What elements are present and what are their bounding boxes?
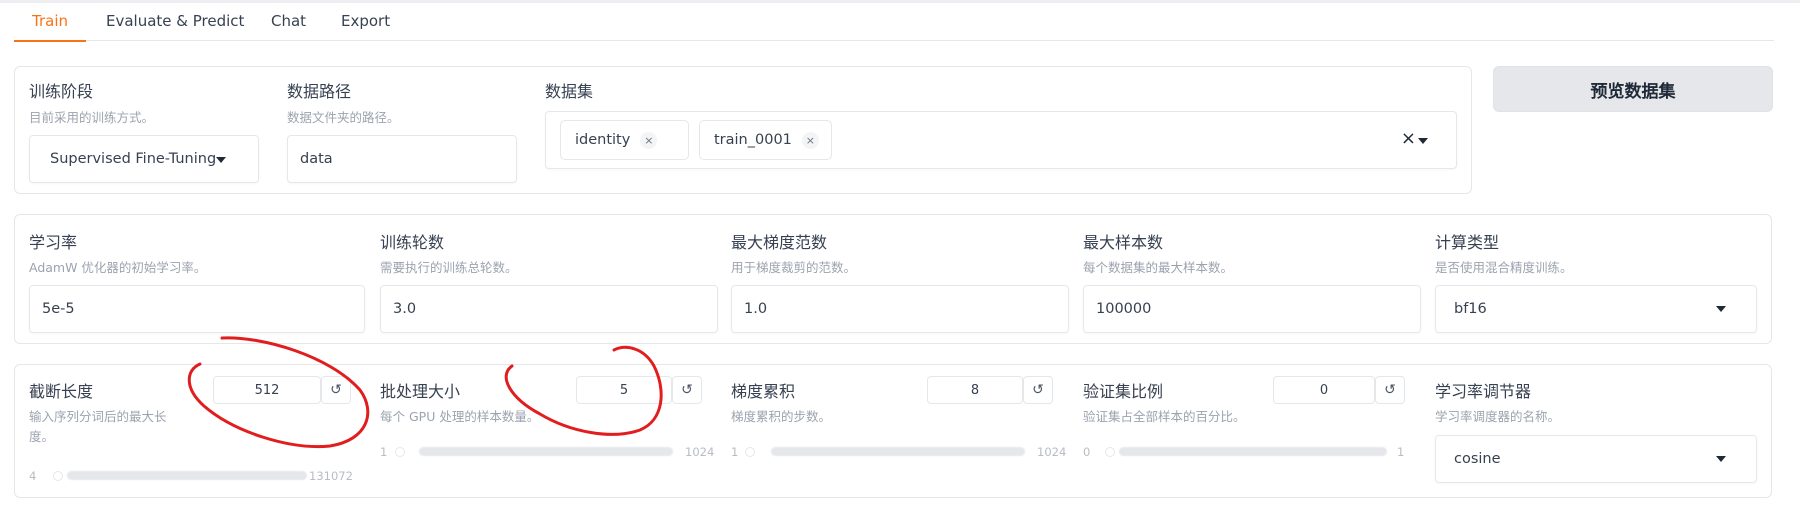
lr-scheduler-dropdown[interactable]: cosine [1435, 435, 1757, 483]
top-rule [0, 0, 1800, 3]
dataset-label: 数据集 [545, 82, 594, 101]
epochs-value: 3.0 [393, 301, 417, 317]
batch-size-value: 5 [619, 382, 629, 398]
lr-scheduler-value: cosine [1454, 451, 1501, 467]
max-grad-norm-label: 最大梯度范数 [731, 233, 828, 252]
batch-size-info: 每个 GPU 处理的样本数量。 [380, 409, 540, 424]
tab-bar: Train Evaluate & Predict Chat Export [14, 6, 1774, 42]
chevron-down-icon[interactable] [1418, 138, 1428, 144]
reset-icon[interactable]: ↺ [1023, 376, 1053, 404]
batch-size-number-input[interactable]: 5 [576, 376, 672, 404]
cutoff-len-label: 截断长度 [29, 382, 94, 401]
compute-type-info: 是否使用混合精度训练。 [1435, 260, 1573, 275]
val-size-value: 0 [1319, 382, 1329, 398]
chevron-down-icon [1716, 456, 1726, 462]
stage-label: 训练阶段 [29, 82, 94, 101]
data-dir-value: data [300, 151, 333, 167]
clear-all-icon[interactable]: × [1401, 128, 1416, 149]
stage-value: Supervised Fine-Tuning [50, 151, 217, 167]
cutoff-len-value: 512 [254, 382, 280, 398]
reset-icon[interactable]: ↺ [321, 376, 351, 404]
max-grad-norm-value: 1.0 [744, 301, 768, 317]
remove-chip-icon[interactable]: × [640, 131, 658, 149]
chevron-down-icon [216, 157, 226, 163]
reset-icon[interactable]: ↺ [1375, 376, 1405, 404]
grad-accum-slider[interactable] [771, 447, 1025, 456]
tab-export[interactable]: Export [341, 12, 390, 41]
max-samples-value: 100000 [1096, 301, 1152, 317]
tab-train[interactable]: Train [14, 12, 86, 42]
remove-chip-icon[interactable]: × [801, 131, 819, 149]
cutoff-len-info: 输入序列分词后的最大长 [29, 409, 167, 424]
data-dir-input[interactable]: data [287, 135, 517, 183]
tab-evaluate-predict[interactable]: Evaluate & Predict [106, 12, 244, 41]
slider-max: 1024 [1037, 445, 1067, 459]
compute-type-dropdown[interactable]: bf16 [1435, 285, 1757, 333]
data-dir-info: 数据文件夹的路径。 [287, 110, 400, 125]
dataset-chip-label: identity [575, 132, 631, 148]
dataset-chip-train-0001: train_0001 × [699, 120, 832, 160]
slider-thumb[interactable] [395, 447, 405, 457]
max-samples-label: 最大样本数 [1083, 233, 1164, 252]
max-samples-info: 每个数据集的最大样本数。 [1083, 260, 1234, 275]
dataset-multiselect[interactable]: identity × train_0001 × × [545, 111, 1457, 169]
grad-accum-info: 梯度累积的步数。 [731, 409, 832, 424]
preview-dataset-button[interactable]: 预览数据集 [1493, 66, 1773, 112]
learning-rate-input[interactable]: 5e-5 [29, 285, 365, 333]
val-size-info: 验证集占全部样本的百分比。 [1083, 409, 1246, 424]
learning-rate-info: AdamW 优化器的初始学习率。 [29, 260, 207, 275]
reset-icon[interactable]: ↺ [672, 376, 702, 404]
slider-thumb[interactable] [1105, 447, 1115, 457]
grad-accum-label: 梯度累积 [731, 382, 796, 401]
learning-rate-value: 5e-5 [42, 301, 75, 317]
val-size-label: 验证集比例 [1083, 382, 1164, 401]
cutoff-len-number-input[interactable]: 512 [213, 376, 321, 404]
slider-min: 0 [1083, 445, 1091, 459]
lr-scheduler-label: 学习率调节器 [1435, 382, 1532, 401]
max-samples-input[interactable]: 100000 [1083, 285, 1421, 333]
stage-info: 目前采用的训练方式。 [29, 110, 155, 125]
stage-dropdown[interactable]: Supervised Fine-Tuning [29, 135, 259, 183]
epochs-label: 训练轮数 [380, 233, 445, 252]
grad-accum-number-input[interactable]: 8 [927, 376, 1023, 404]
slider-min: 4 [29, 469, 37, 483]
lr-scheduler-info: 学习率调度器的名称。 [1435, 409, 1561, 424]
epochs-info: 需要执行的训练总轮数。 [380, 260, 518, 275]
cutoff-len-slider[interactable] [67, 471, 307, 480]
val-size-number-input[interactable]: 0 [1273, 376, 1375, 404]
grad-accum-value: 8 [970, 382, 980, 398]
slider-min: 1 [380, 445, 388, 459]
val-size-slider[interactable] [1119, 447, 1387, 456]
training-config-panel: 截断长度 512 ↺ 输入序列分词后的最大长 度。 4 131072 批处理大小… [14, 364, 1772, 498]
dataset-chip-identity: identity × [560, 120, 689, 160]
max-grad-norm-input[interactable]: 1.0 [731, 285, 1069, 333]
batch-size-slider[interactable] [419, 447, 673, 456]
slider-max: 131072 [309, 469, 353, 483]
slider-min: 1 [731, 445, 739, 459]
data-dir-label: 数据路径 [287, 82, 352, 101]
epochs-input[interactable]: 3.0 [380, 285, 718, 333]
dataset-panel: 训练阶段 目前采用的训练方式。 Supervised Fine-Tuning 数… [14, 66, 1472, 194]
compute-type-label: 计算类型 [1435, 233, 1500, 252]
slider-thumb[interactable] [745, 447, 755, 457]
compute-type-value: bf16 [1454, 301, 1487, 317]
slider-thumb[interactable] [53, 471, 63, 481]
tab-chat[interactable]: Chat [271, 12, 306, 41]
dataset-chip-label: train_0001 [714, 132, 792, 148]
hyperparams-panel: 学习率 AdamW 优化器的初始学习率。 5e-5 训练轮数 需要执行的训练总轮… [14, 214, 1772, 344]
max-grad-norm-info: 用于梯度裁剪的范数。 [731, 260, 857, 275]
slider-max: 1024 [685, 445, 715, 459]
batch-size-label: 批处理大小 [380, 382, 461, 401]
slider-max: 1 [1397, 445, 1405, 459]
learning-rate-label: 学习率 [29, 233, 78, 252]
cutoff-len-info-cont: 度。 [29, 429, 55, 444]
chevron-down-icon [1716, 306, 1726, 312]
